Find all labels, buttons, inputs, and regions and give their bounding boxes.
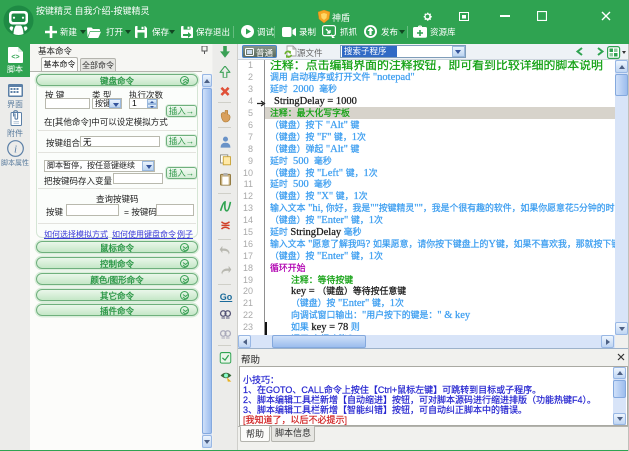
svg-text:i: i (14, 144, 17, 156)
svg-text:<>: <> (11, 54, 19, 61)
